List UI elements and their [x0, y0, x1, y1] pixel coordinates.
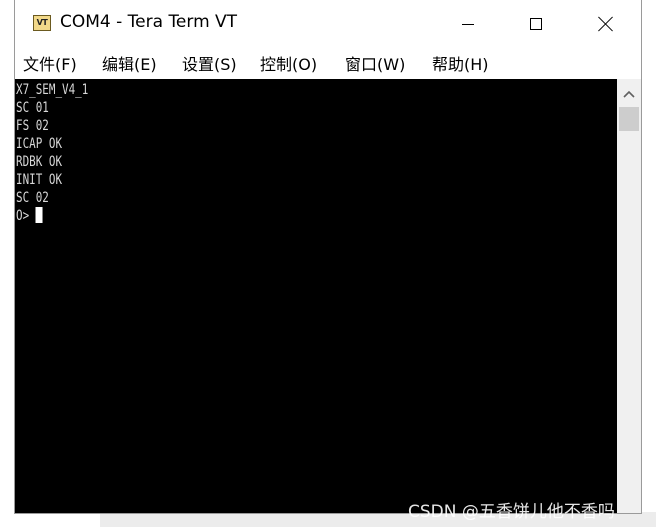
terminal-line: FS 02 [16, 118, 49, 134]
close-button[interactable] [583, 0, 629, 48]
scrollbar-thumb[interactable] [619, 107, 639, 131]
scroll-up-button[interactable] [617, 83, 641, 105]
terminal-line: SC 02 [16, 190, 49, 206]
terminal-screen[interactable]: X7_SEM_V4_1 SC 01 FS 02 ICAP OK RDBK OK INIT … [15, 79, 617, 513]
tera-term-window: VT COM4 - Tera Term VT 文件(F) 编辑(E) 设置(S)… [14, 0, 642, 514]
maximize-button[interactable] [513, 0, 559, 48]
window-title: COM4 - Tera Term VT [60, 12, 238, 32]
chevron-up-icon [623, 90, 635, 98]
minimize-icon [462, 23, 474, 25]
menu-control[interactable]: 控制(O) [256, 51, 321, 75]
terminal-line: SC 01 [16, 100, 49, 116]
terminal-line: INIT OK [16, 172, 63, 188]
menu-edit[interactable]: 编辑(E) [98, 51, 161, 75]
menu-bar: 文件(F) 编辑(E) 设置(S) 控制(O) 窗口(W) 帮助(H) [15, 48, 641, 76]
terminal-line: ICAP OK [16, 136, 63, 152]
menu-file[interactable]: 文件(F) [19, 51, 81, 75]
terminal-line: X7_SEM_V4_1 [16, 82, 89, 98]
terminal-prompt: O> [16, 208, 36, 224]
terminal-prompt-line: O> [16, 207, 88, 225]
terminal-output: X7_SEM_V4_1 SC 01 FS 02 ICAP OK RDBK OK INIT … [16, 81, 88, 225]
minimize-button[interactable] [445, 0, 491, 48]
menu-window[interactable]: 窗口(W) [341, 51, 409, 75]
vertical-scrollbar[interactable] [617, 79, 641, 513]
close-icon [598, 16, 614, 32]
csdn-watermark: CSDN @五香饼儿他不香吗 [408, 502, 615, 522]
title-bar[interactable]: VT COM4 - Tera Term VT [15, 0, 641, 48]
text-cursor [35, 207, 43, 223]
tera-term-app-icon[interactable]: VT [33, 15, 51, 31]
maximize-icon [530, 18, 542, 30]
menu-help[interactable]: 帮助(H) [428, 51, 493, 75]
terminal-line: RDBK OK [16, 154, 63, 170]
menu-settings[interactable]: 设置(S) [178, 51, 241, 75]
